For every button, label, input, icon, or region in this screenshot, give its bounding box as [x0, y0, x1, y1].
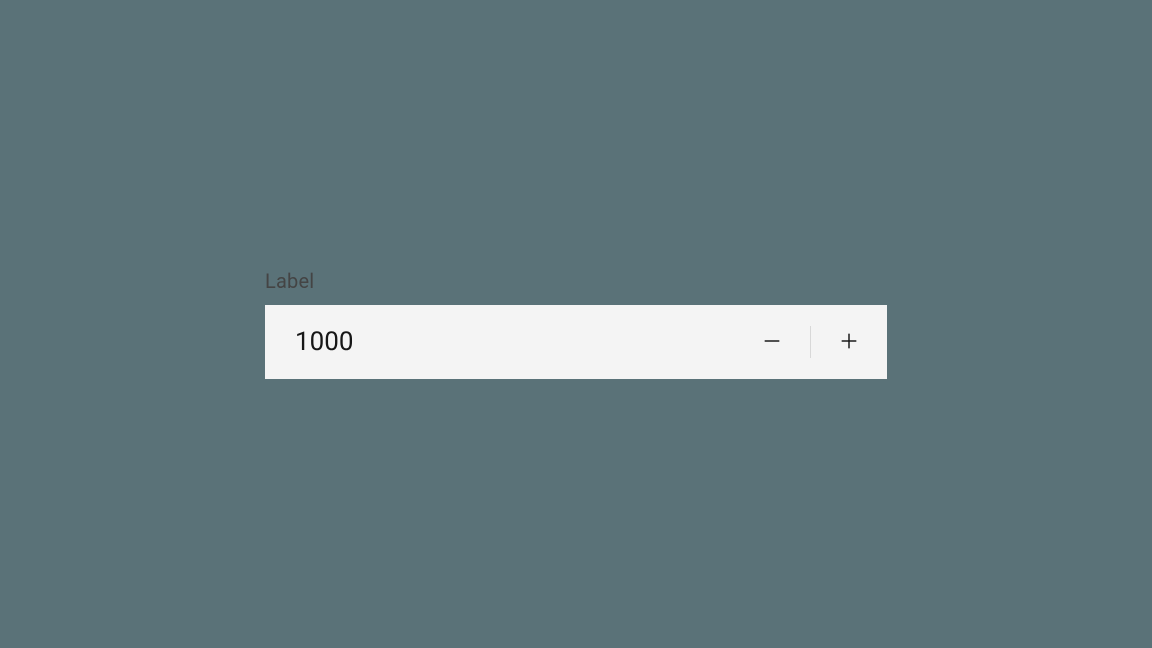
- increment-button[interactable]: [811, 305, 887, 379]
- number-input[interactable]: [265, 305, 734, 379]
- minus-icon: [761, 330, 783, 355]
- number-input-field: Label: [265, 269, 887, 379]
- plus-icon: [838, 330, 860, 355]
- decrement-button[interactable]: [734, 305, 810, 379]
- number-stepper: [265, 305, 887, 379]
- stepper-controls: [734, 305, 887, 379]
- number-input-label: Label: [265, 269, 887, 293]
